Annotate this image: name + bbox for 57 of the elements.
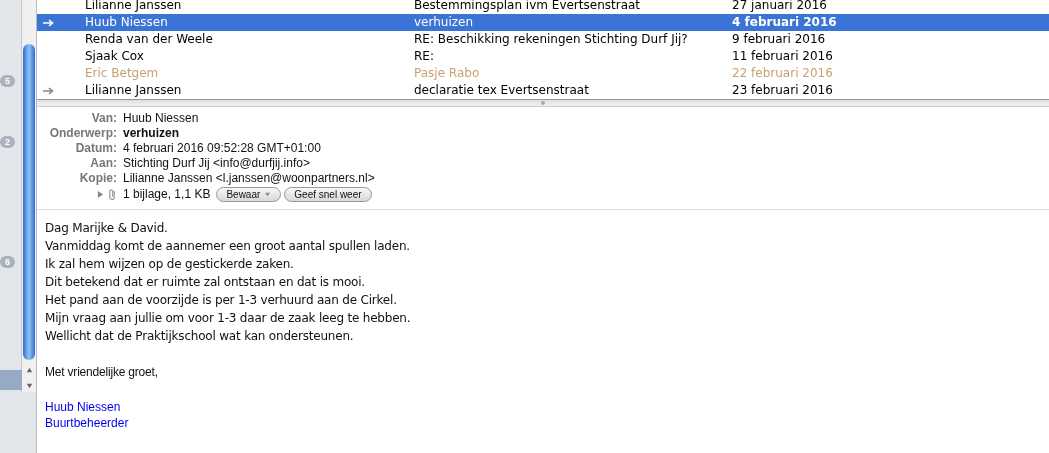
sender-cell-text: Lilianne Janssen xyxy=(85,82,183,99)
message-line: Wellicht dat de Praktijkschool wat kan ondersteunen. xyxy=(45,328,355,345)
message-line: Dag Marijke & David. xyxy=(45,220,169,237)
sender-cell-text: Huub Niessen xyxy=(85,14,169,31)
header-value: Huub Niessen xyxy=(123,110,199,125)
paperclip-icon xyxy=(108,187,117,201)
message-line: Dit betekend dat er ruimte zal ontstaan en dat is mooi. xyxy=(45,274,366,291)
scroll-up-icon[interactable] xyxy=(24,366,34,375)
date-cell-text: 27 januari 2016 xyxy=(732,0,828,14)
subject-cell-text: Pasje Rabo xyxy=(414,65,481,82)
message-row[interactable]: Huub Niessen verhuizen 4 februari 2016 xyxy=(37,14,1049,31)
sender-cell-text: Sjaak Cox xyxy=(85,48,145,65)
date-cell-text: 4 februari 2016 xyxy=(732,14,838,31)
subject-cell-text: declaratie tex Evertsenstraat xyxy=(414,82,590,99)
attachment-summary: 1 bijlage, 1,1 KB xyxy=(123,187,211,201)
count-badge: 6 xyxy=(0,256,15,268)
date-cell-text: 22 februari 2016 xyxy=(732,65,834,82)
message-line: Mijn vraag aan jullie om voor 1-3 daar de zaak leeg te hebben. xyxy=(45,310,412,327)
message-line: Het pand aan de voorzijde is per 1-3 verhuurd aan de Cirkel. xyxy=(45,292,398,309)
signature-line: Buurtbeheerder xyxy=(45,415,130,431)
closing-line: Met vriendelijke groet, xyxy=(45,364,159,381)
sender-cell-text: Renda van der Weele xyxy=(85,31,214,48)
date-cell-text: 11 februari 2016 xyxy=(732,48,834,65)
sender-cell-text: Lilianne Janssen xyxy=(85,0,183,14)
attachment-button[interactable]: Geef snel weer xyxy=(284,186,372,202)
caret-icon xyxy=(264,191,272,197)
sidebar-footer xyxy=(0,370,22,390)
scroll-down-icon[interactable] xyxy=(24,381,34,390)
subject-cell-text: RE: xyxy=(414,48,435,65)
count-badge: 5 xyxy=(0,75,15,87)
header-value: Lilianne Janssen <l.janssen@woonpartners.nl> xyxy=(123,170,375,185)
header-value: Stichting Durf Jij <info@durfjij.info> xyxy=(123,155,310,170)
subject-cell-text: Bestemmingsplan ivm Evertsenstraat xyxy=(414,0,642,14)
message-row[interactable]: Lilianne Janssen declaratie tex Evertsenstraat 23 februari 2016 xyxy=(37,82,1049,99)
subject-cell-text: RE: Beschikking rekeningen Stichting Durf Jij? xyxy=(414,31,689,48)
scrollbar-thumb[interactable] xyxy=(23,44,35,360)
message-row[interactable]: Sjaak Cox RE: 11 februari 2016 xyxy=(37,48,1049,65)
header-label: Kopie: xyxy=(78,170,117,185)
disclosure-triangle-icon[interactable] xyxy=(97,189,104,199)
count-badge: 2 xyxy=(0,136,15,148)
header-value: verhuizen xyxy=(123,125,179,140)
message-line: Ik zal hem wijzen op de gestickerde zaken. xyxy=(45,256,295,273)
message-row[interactable]: Renda van der Weele RE: Beschikking rekeningen Stichting Durf Jij? 9 februari 2016 xyxy=(37,31,1049,48)
message-line: Vanmiddag komt de aannemer een groot aantal spullen laden. xyxy=(45,238,411,255)
header-label: Onderwerp: xyxy=(48,125,117,140)
subject-cell-text: verhuizen xyxy=(414,14,475,31)
date-cell-text: 9 februari 2016 xyxy=(732,31,827,48)
header-label: Datum: xyxy=(74,140,117,155)
date-cell-text: 23 februari 2016 xyxy=(732,82,834,99)
sender-cell-text: Eric Betgem xyxy=(85,65,160,82)
splitter-handle[interactable] xyxy=(541,101,545,105)
header-label: Van: xyxy=(90,110,117,125)
signature-line: Huub Niessen xyxy=(45,399,122,415)
message-row[interactable]: Lilianne Janssen Bestemmingsplan ivm Evertsenstraat 27 januari 2016 xyxy=(37,0,1049,14)
attachment-button[interactable]: Bewaar xyxy=(216,186,282,202)
header-label: Aan: xyxy=(89,155,117,170)
header-value: 4 februari 2016 09:52:28 GMT+01:00 xyxy=(123,140,321,155)
